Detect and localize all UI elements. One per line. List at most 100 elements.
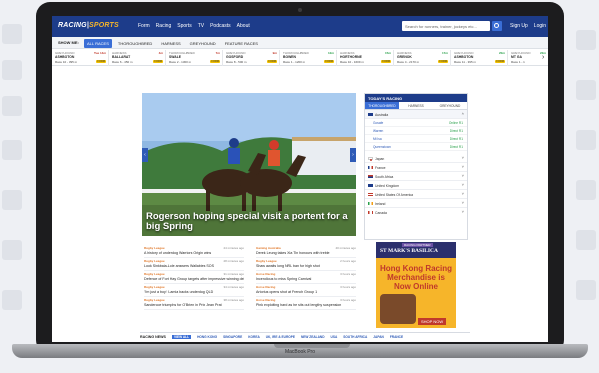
search-button[interactable] [492,21,502,31]
form-badge[interactable]: FORM [381,60,391,63]
panel-title: TODAY'S RACING [365,94,467,102]
form-badge[interactable]: FORM [324,60,334,63]
filter-greyhound[interactable]: GREYHOUND [187,39,219,48]
form-badge[interactable]: FORM [153,60,163,63]
news-item[interactable]: Horse Racing 3 hours ago Artorius opens … [256,284,356,297]
news-headline: Derek Leung takes Xia Tin honours with t… [256,251,330,255]
region-japan[interactable]: JAPAN [373,335,384,339]
site-logo[interactable]: RACING|SPORTS [58,22,119,29]
race-card[interactable]: HARNESS 4m BALLARAT Race 6 - 450 m FORM [109,50,166,66]
flag-icon [368,202,373,205]
form-badge[interactable]: FORM [438,60,448,63]
racing-news-regions: RACING NEWS VIEW ALL HONG KONG SINGAPORE… [140,332,470,340]
main-menu: Form Racing Sports TV Podcasts About [138,23,250,29]
race-time: 15m [384,51,391,55]
todays-racing-panel: TODAY'S RACING THOROUGHBRED HARNESS GREY… [364,93,468,240]
tab-greyhound[interactable]: GREYHOUND [433,102,467,109]
race-card[interactable]: HARNESS 17m GRENOK Race 4 - 2170 m FORM [394,50,451,66]
venue-row[interactable]: Mt Isa Direct R1 [365,135,467,143]
filter-feature-races[interactable]: FEATURE RACES [222,39,261,48]
country-row-south-africa[interactable]: South Africa ˅ [365,172,467,181]
menu-item-racing[interactable]: Racing [156,23,172,29]
form-badge[interactable]: FORM [96,60,106,63]
news-time: 40 minutes ago [335,246,356,250]
news-item[interactable]: Rugby League 38 minutes ago Sandercoe tr… [144,297,244,310]
news-item[interactable]: Horse Racing 3 hours ago Pink exploiting… [256,297,356,310]
venue-row[interactable]: Gosafe Online R1 [365,119,467,127]
country-name: Canada [375,210,387,215]
country-row-canada[interactable]: Canada ˅ [365,208,467,217]
chevron-down-icon: ˅ [461,173,464,178]
country-row-ireland[interactable]: Ireland ˅ [365,199,467,208]
camera-icon [298,8,302,12]
race-card[interactable]: GREYHOUND Tue 14m ASHBOTON Race 10 - 395… [52,50,109,66]
race-card[interactable]: THOROUGHBRED 12m BOWEN Race 1 - 1200 m F… [280,50,337,66]
race-card[interactable]: THOROUGHBRED 7m SWALE Race 2 - 1300 m FO… [166,50,223,66]
news-item[interactable]: Horse Racing 3 hours ago Incendious to m… [256,271,356,284]
ad-merchandise-image [380,294,416,324]
region-hong-kong[interactable]: HONG KONG [197,335,217,339]
country-row-united-kingdom[interactable]: United Kingdom ˅ [365,181,467,190]
race-detail: Race 10 - 395 m [55,60,78,64]
venue-row[interactable]: Queenstown Direct R1 [365,143,467,151]
logo-sports: SPORTS [88,22,119,29]
region-singapore[interactable]: SINGAPORE [223,335,242,339]
news-item[interactable]: Rugby League 31 minutes ago Defence of F… [144,271,244,284]
search-input[interactable]: Search for runners, trainer, jockeys etc… [402,21,490,31]
flag-icon [368,184,373,187]
venue-row[interactable]: Warren Direct R1 [365,127,467,135]
panel-tabs: THOROUGHBRED HARNESS GREYHOUND [365,102,467,110]
hero-next-button[interactable]: › [350,148,356,162]
country-row-australia[interactable]: Australia ˄ [365,110,467,119]
menu-item-sports[interactable]: Sports [177,23,191,29]
chevron-right-icon[interactable]: › [542,54,544,61]
news-item[interactable]: Rugby League 28 minutes ago Look Sinkbai… [144,258,244,271]
form-badge[interactable]: FORM [495,60,505,63]
form-badge[interactable]: FORM [267,60,277,63]
country-row-japan[interactable]: Japan ˅ [365,154,467,163]
shop-now-button[interactable]: SHOP NOW [418,318,447,325]
race-venue: ASHBOTON [55,55,75,59]
region-uk-ire-europe[interactable]: UK, IRE & EUROPE [266,335,295,339]
ad-headline: Hong Kong Racing Merchandise is Now Onli… [380,264,452,291]
region-korea[interactable]: KOREA [248,335,260,339]
advertisement[interactable]: RACING PARTNER ST MARK'S BASILICA Hong K… [376,242,456,328]
race-card[interactable]: GREYHOUND 20m ASHBOTON Race 11 - 395 m F… [451,50,508,66]
news-headline: Look Sinkbaia-Lole answers Wallabies SOS [144,264,214,268]
race-card[interactable]: GREYHOUND 9m GOSFORD Race 8 - 500 m FORM [223,50,280,66]
filter-all-races[interactable]: ALL RACES [84,39,112,48]
flag-icon [368,175,373,178]
news-headline: Incendious to miss Spring Carnival [256,277,312,281]
country-row-france[interactable]: France ˅ [365,163,467,172]
hero-headline[interactable]: Rogerson hoping special visit a portent … [146,212,352,232]
race-venue: MT GA [511,55,522,59]
filter-harness[interactable]: HARNESS [158,39,183,48]
login-link[interactable]: Login [534,23,546,29]
hero-feature[interactable]: ‹ › Rogerson hoping special visit a port… [142,93,356,236]
menu-item-podcasts[interactable]: Podcasts [210,23,231,29]
country-row-usa[interactable]: United States Of America ˅ [365,190,467,199]
menu-item-tv[interactable]: TV [198,23,204,29]
hero-prev-button[interactable]: ‹ [142,148,148,162]
region-view-all[interactable]: VIEW ALL [171,334,192,339]
news-time: 38 minutes ago [223,298,244,302]
news-item[interactable]: Rugby League 34 minutes ago 'I'm just a … [144,284,244,297]
tab-harness[interactable]: HARNESS [399,102,433,109]
race-card[interactable]: HARNESS 15m HORTHORNE Race 10 - 1609 m F… [337,50,394,66]
filter-thoroughbred[interactable]: THOROUGHBRED [115,39,155,48]
region-south-africa[interactable]: SOUTH AFRICA [343,335,367,339]
race-venue: BALLARAT [112,55,131,59]
news-item[interactable]: Gaming Australia 40 minutes ago Derek Le… [256,245,356,258]
tab-thoroughbred[interactable]: THOROUGHBRED [365,102,399,109]
form-badge[interactable]: FORM [210,60,220,63]
signup-link[interactable]: Sign Up [510,23,528,29]
region-new-zealand[interactable]: NEW ZEALAND [301,335,325,339]
region-france[interactable]: FRANCE [390,335,403,339]
news-item[interactable]: Rugby League 24 minutes ago A history of… [144,245,244,258]
race-time: 20m [498,51,505,55]
menu-item-form[interactable]: Form [138,23,150,29]
menu-item-about[interactable]: About [237,23,250,29]
news-item[interactable]: Rugby League 2 hours ago Shaw awaits lon… [256,258,356,271]
race-detail: Race 4 - 2170 m [397,60,420,64]
region-usa[interactable]: USA [331,335,338,339]
